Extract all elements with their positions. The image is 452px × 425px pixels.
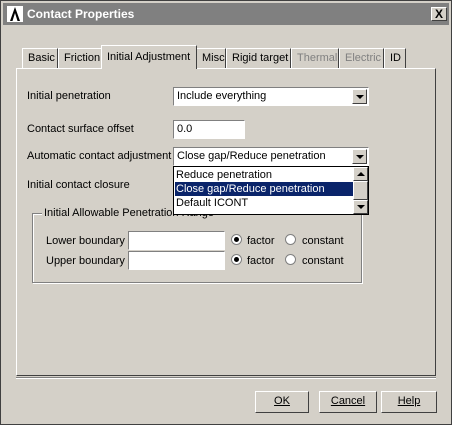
contact-surface-offset-input[interactable]: 0.0: [173, 120, 245, 139]
lower-constant-radio[interactable]: [285, 234, 296, 245]
scroll-up-icon[interactable]: [353, 167, 368, 181]
help-button[interactable]: Help: [381, 391, 437, 413]
cancel-button[interactable]: Cancel: [319, 391, 377, 413]
ok-button-label: OK: [274, 395, 290, 407]
tab-misc[interactable]: Misc: [196, 48, 226, 68]
upper-factor-radio[interactable]: [231, 254, 242, 265]
initial-penetration-value: Include everything: [177, 90, 267, 102]
upper-boundary-label: Upper boundary: [46, 255, 125, 267]
dropdown-option-close-gap[interactable]: Close gap/Reduce penetration: [175, 182, 354, 196]
lower-boundary-input[interactable]: [128, 231, 225, 250]
chevron-down-icon[interactable]: [352, 89, 367, 104]
dropdown-option-reduce-penetration[interactable]: Reduce penetration: [175, 168, 354, 182]
ok-button[interactable]: OK: [255, 391, 309, 413]
contact-surface-offset-label: Contact surface offset: [27, 123, 134, 135]
scroll-down-icon[interactable]: [353, 200, 368, 214]
automatic-contact-adjustment-select[interactable]: Close gap/Reduce penetration: [173, 147, 369, 166]
ansys-logo-icon: [7, 6, 23, 22]
cancel-button-label: Cancel: [330, 395, 366, 407]
upper-constant-label: constant: [302, 255, 344, 267]
automatic-contact-adjustment-value: Close gap/Reduce penetration: [177, 150, 326, 162]
upper-factor-label: factor: [247, 255, 275, 267]
scroll-thumb[interactable]: [353, 181, 368, 200]
tab-initial-adjustment[interactable]: Initial Adjustment: [101, 45, 197, 69]
dropdown-scrollbar[interactable]: [353, 167, 368, 214]
tab-thermal: Thermal: [291, 48, 339, 68]
initial-penetration-label: Initial penetration: [27, 90, 111, 102]
tab-electric: Electric: [339, 48, 384, 68]
tab-basic[interactable]: Basic: [22, 48, 58, 68]
close-button[interactable]: X: [431, 7, 447, 21]
chevron-down-icon[interactable]: [352, 149, 367, 164]
title-bar[interactable]: Contact Properties X: [3, 3, 449, 25]
automatic-contact-adjustment-label: Automatic contact adjustment: [27, 150, 172, 162]
lower-factor-radio[interactable]: [231, 234, 242, 245]
initial-contact-closure-label: Initial contact closure: [27, 179, 130, 191]
initial-penetration-select[interactable]: Include everything: [173, 87, 369, 106]
upper-constant-radio[interactable]: [285, 254, 296, 265]
button-separator: [16, 377, 436, 379]
lower-constant-label: constant: [302, 235, 344, 247]
dropdown-option-default-icont[interactable]: Default ICONT: [175, 196, 354, 210]
automatic-contact-adjustment-dropdown[interactable]: Reduce penetration Close gap/Reduce pene…: [173, 166, 369, 215]
lower-boundary-label: Lower boundary: [46, 235, 125, 247]
help-button-label: Help: [397, 395, 421, 407]
tab-rigid-target[interactable]: Rigid target: [226, 48, 291, 68]
tab-id[interactable]: ID: [384, 48, 406, 68]
window-title: Contact Properties: [27, 7, 135, 21]
upper-boundary-input[interactable]: [128, 251, 225, 270]
tab-friction[interactable]: Friction: [58, 48, 102, 68]
lower-factor-label: factor: [247, 235, 275, 247]
